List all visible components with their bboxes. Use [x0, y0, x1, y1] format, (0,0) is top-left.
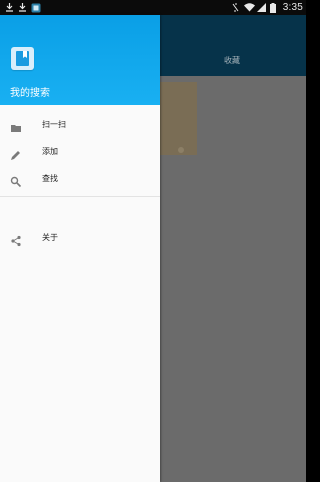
menu-item-label: 添加: [42, 147, 58, 156]
status-bar: 3:35: [0, 0, 306, 15]
pencil-icon: [10, 146, 22, 160]
download-icon: [5, 3, 14, 12]
wifi-icon: [243, 3, 255, 12]
tab-favorites[interactable]: 收藏: [212, 55, 252, 66]
app-notification-icon: [31, 3, 41, 13]
menu-item-label: 扫一扫: [42, 120, 66, 129]
drawer-header: 我的搜索: [0, 15, 160, 105]
card-icon: [177, 139, 185, 153]
folder-icon: [10, 119, 22, 132]
content-card[interactable]: [159, 82, 197, 155]
drawer-header-title: 我的搜索: [10, 88, 50, 99]
menu-item-add[interactable]: 添加: [0, 138, 160, 165]
menu-item-scan[interactable]: 扫一扫: [0, 111, 160, 138]
vibrate-icon: [231, 3, 240, 12]
navigation-drawer: 我的搜索 扫一扫 添加 查找 关于: [0, 15, 160, 482]
drawer-divider: [0, 196, 160, 197]
menu-item-label: 查找: [42, 174, 58, 183]
app-logo-icon: [11, 47, 34, 70]
status-time: 3:35: [282, 2, 303, 13]
search-icon: [10, 173, 22, 188]
menu-item-label: 关于: [42, 233, 58, 242]
download-icon: [18, 3, 27, 12]
battery-icon: [269, 3, 279, 13]
signal-icon: [256, 3, 266, 12]
share-icon: [10, 232, 22, 247]
menu-item-search[interactable]: 查找: [0, 165, 160, 192]
menu-item-about[interactable]: 关于: [0, 224, 160, 251]
